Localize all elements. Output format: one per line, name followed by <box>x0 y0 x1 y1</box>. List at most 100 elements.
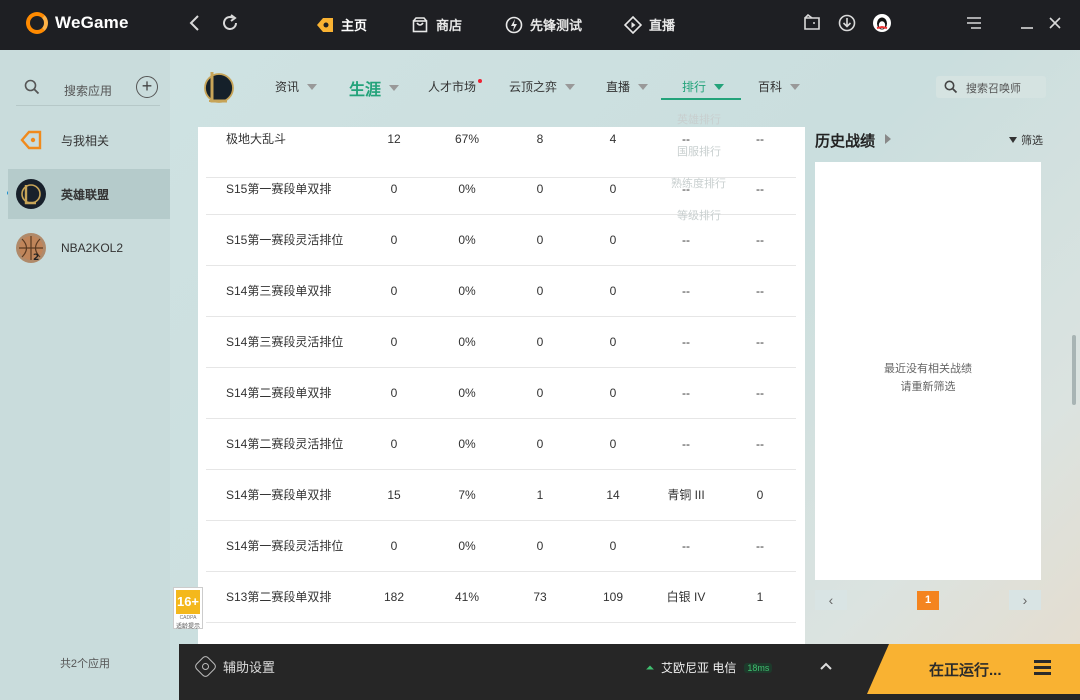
tab-talent-market[interactable]: 人才市场 <box>428 78 483 95</box>
current-page-button[interactable]: 1 <box>917 591 939 610</box>
add-app-button[interactable]: + <box>136 76 158 98</box>
app-search[interactable]: 搜索应用 + <box>16 76 160 106</box>
stat-cell: 7% <box>458 488 476 502</box>
stat-cell: -- <box>756 284 764 298</box>
back-arrow-icon[interactable] <box>188 14 200 36</box>
minimize-icon[interactable] <box>1020 14 1034 34</box>
stat-cell: -- <box>756 335 764 349</box>
history-list: 最近没有相关战绩 请重新筛选 <box>815 162 1041 580</box>
tab-news[interactable]: 资讯 <box>275 78 318 95</box>
filter-funnel-icon <box>1009 137 1017 143</box>
rank-cell: -- <box>682 437 690 451</box>
running-button[interactable]: 在正运行... <box>867 644 1080 694</box>
qq-avatar-icon[interactable] <box>873 14 891 36</box>
match-history-panel: 历史战绩 筛选 最近没有相关战绩 请重新筛选 ‹ 1 › <box>807 127 1047 647</box>
menu-icon[interactable] <box>966 14 982 34</box>
stat-cell: 1 <box>536 488 544 502</box>
stat-cell: -- <box>756 437 764 451</box>
age-rating-badge: 16+ CADPA 适龄提示 <box>173 587 203 630</box>
refresh-icon[interactable] <box>221 14 239 36</box>
stat-cell: 4 <box>609 132 617 146</box>
stat-cell: 0% <box>458 284 476 298</box>
table-row[interactable]: S14第三赛段单双排 0 0% 0 0 -- -- <box>206 266 796 317</box>
tab-tft-label: 云顶之弈 <box>509 80 558 94</box>
mode-cell: S14第二赛段灵活排位 <box>226 437 344 451</box>
mode-cell: S14第一赛段灵活排位 <box>226 539 344 553</box>
stat-cell: 0 <box>609 284 617 298</box>
stat-cell: 41% <box>454 590 480 604</box>
nav-store[interactable]: 商店 <box>411 15 462 34</box>
stat-cell: 0 <box>609 233 617 247</box>
lol-logo-icon[interactable] <box>202 68 236 106</box>
nav-live[interactable]: 直播 <box>624 15 675 34</box>
server-selector[interactable]: 艾欧尼亚 电信 18ms <box>646 659 773 676</box>
tab-ranking[interactable]: 排行 <box>682 78 725 95</box>
stat-cell: 0% <box>458 386 476 400</box>
table-row[interactable]: S14第二赛段单双排 0 0% 0 0 -- -- <box>206 368 796 419</box>
hamburger-menu-icon[interactable] <box>1034 660 1051 678</box>
tab-news-label: 资讯 <box>275 80 300 94</box>
stat-cell: 0 <box>536 437 544 451</box>
nba2k-game-icon: 2 <box>16 233 46 263</box>
stat-cell: 182 <box>383 590 405 604</box>
stat-cell: 0 <box>609 335 617 349</box>
close-icon[interactable] <box>1048 14 1062 34</box>
server-name: 艾欧尼亚 电信 <box>661 661 737 675</box>
chevron-right-icon[interactable] <box>885 134 891 144</box>
sidebar-item-label: 与我相关 <box>61 133 110 148</box>
rank-menu-hero[interactable]: 英雄排行 <box>677 111 721 127</box>
next-page-button[interactable]: › <box>1009 590 1041 610</box>
stat-cell: 0 <box>390 233 398 247</box>
table-row[interactable]: S14第一赛段单双排 15 7% 1 14 青铜 III 0 <box>206 470 796 521</box>
chevron-down-icon <box>307 83 318 90</box>
sidebar-item-label: NBA2KOL2 <box>61 241 124 255</box>
nav-home[interactable]: 主页 <box>316 15 367 34</box>
sidebar-item-nba2kol2[interactable]: 2 NBA2KOL2 <box>8 223 170 273</box>
table-row[interactable]: S14第一赛段灵活排位 0 0% 0 0 -- -- <box>206 521 796 572</box>
stat-cell: -- <box>756 539 764 553</box>
stat-cell: 0 <box>609 437 617 451</box>
stat-cell: 0% <box>458 539 476 553</box>
stat-cell: 0 <box>536 284 544 298</box>
sidebar-item-related[interactable]: 与我相关 <box>8 115 170 165</box>
sidebar-item-lol[interactable]: 英雄联盟 <box>8 169 170 219</box>
scrollbar[interactable] <box>1072 335 1076 405</box>
rank-menu-server[interactable]: 国服排行 <box>677 143 721 159</box>
title-bar: WeGame 主页 商店 先锋测试 直播 <box>0 0 1080 50</box>
assist-settings-button[interactable]: 辅助设置 <box>193 654 275 679</box>
empty-hint: 请重新筛选 <box>900 381 956 393</box>
stat-cell: 0 <box>390 182 398 196</box>
stat-cell: 0 <box>390 437 398 451</box>
table-row[interactable]: S14第二赛段灵活排位 0 0% 0 0 -- -- <box>206 419 796 470</box>
mode-cell: S15第一赛段灵活排位 <box>226 233 344 247</box>
rank-menu-mastery[interactable]: 熟练度排行 <box>671 175 726 191</box>
nav-store-label: 商店 <box>436 18 463 33</box>
filter-button[interactable]: 筛选 <box>1009 132 1043 148</box>
chevron-down-icon <box>714 83 725 90</box>
tab-career[interactable]: 生涯 <box>349 76 400 100</box>
tab-wiki[interactable]: 百科 <box>758 78 801 95</box>
prev-page-button[interactable]: ‹ <box>815 590 847 610</box>
summoner-search-input[interactable]: 搜索召唤师 <box>936 76 1046 98</box>
stat-cell: 109 <box>602 590 624 604</box>
chevron-up-icon[interactable] <box>819 658 833 674</box>
stat-cell: 0 <box>536 386 544 400</box>
stat-cell: 1 <box>756 590 764 604</box>
wegame-logo[interactable]: WeGame <box>26 12 129 34</box>
ping-badge: 18ms <box>744 662 773 673</box>
app-search-label: 搜索应用 <box>64 84 113 98</box>
download-icon[interactable] <box>837 14 857 36</box>
mode-cell: S14第三赛段灵活排位 <box>226 335 344 349</box>
tab-tft[interactable]: 云顶之弈 <box>509 78 576 95</box>
rank-menu-level[interactable]: 等级排行 <box>677 207 721 223</box>
logo-text: WeGame <box>55 13 129 32</box>
tab-live[interactable]: 直播 <box>606 78 649 95</box>
stat-cell: 73 <box>533 590 547 604</box>
stat-cell: -- <box>756 386 764 400</box>
mailbox-icon[interactable] <box>803 13 821 36</box>
nav-pioneer-test[interactable]: 先锋测试 <box>505 15 582 34</box>
table-row[interactable]: S14第三赛段灵活排位 0 0% 0 0 -- -- <box>206 317 796 368</box>
stat-cell: 0 <box>390 284 398 298</box>
table-row[interactable]: S13第二赛段单双排 182 41% 73 109 白银 IV 1 <box>206 572 796 623</box>
mode-cell: S14第二赛段单双排 <box>226 386 332 400</box>
